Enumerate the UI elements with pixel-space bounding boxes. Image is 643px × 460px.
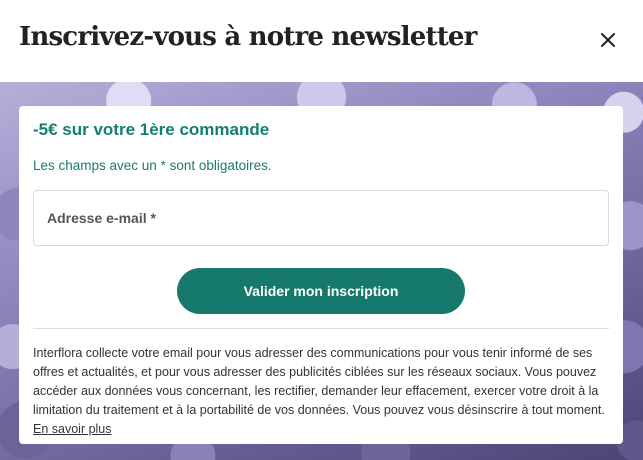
modal-header: Inscrivez-vous à notre newsletter bbox=[0, 0, 643, 82]
divider bbox=[33, 328, 609, 329]
modal-title: Inscrivez-vous à notre newsletter bbox=[19, 22, 477, 52]
learn-more-link[interactable]: En savoir plus bbox=[33, 422, 112, 436]
subscribe-button[interactable]: Valider mon inscription bbox=[177, 268, 465, 314]
close-button[interactable] bbox=[594, 26, 622, 54]
email-field[interactable] bbox=[33, 190, 609, 246]
required-fields-note: Les champs avec un * sont obligatoires. bbox=[33, 158, 272, 173]
legal-disclaimer: Interflora collecte votre email pour vou… bbox=[33, 344, 611, 439]
close-icon bbox=[601, 33, 615, 47]
newsletter-form-card: -5€ sur votre 1ère commande Les champs a… bbox=[19, 106, 623, 444]
promo-heading: -5€ sur votre 1ère commande bbox=[33, 120, 270, 139]
legal-text: Interflora collecte votre email pour vou… bbox=[33, 346, 605, 417]
